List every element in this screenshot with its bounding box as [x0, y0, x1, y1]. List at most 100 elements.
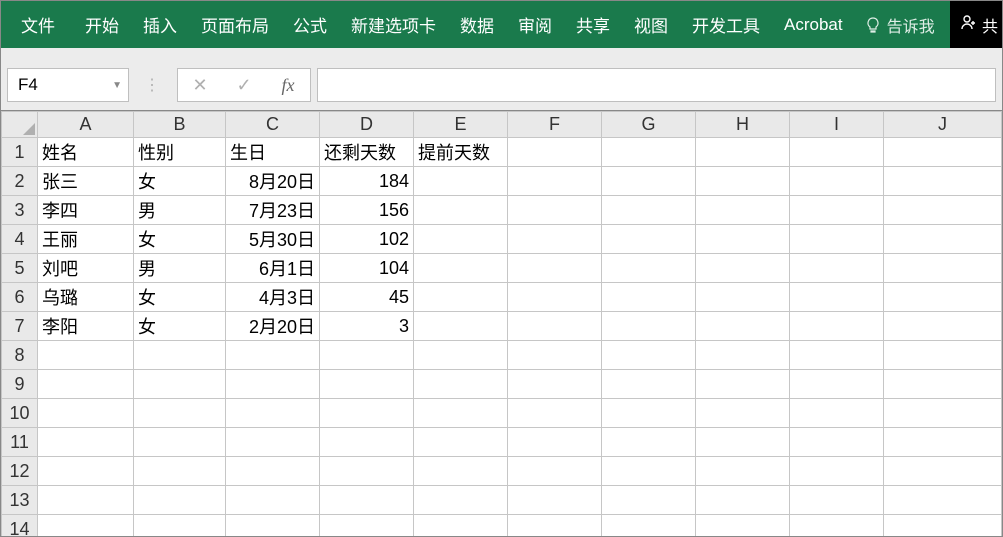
cell[interactable] — [696, 515, 790, 537]
cell[interactable]: 4月3日 — [226, 283, 320, 312]
cell[interactable] — [508, 312, 602, 341]
cell[interactable] — [884, 515, 1002, 537]
cell[interactable] — [602, 428, 696, 457]
cell[interactable] — [602, 457, 696, 486]
cell[interactable] — [884, 428, 1002, 457]
cell[interactable] — [134, 341, 226, 370]
cell[interactable] — [414, 283, 508, 312]
cell[interactable] — [508, 399, 602, 428]
cell[interactable] — [134, 428, 226, 457]
cell[interactable] — [790, 428, 884, 457]
cell[interactable]: 5月30日 — [226, 225, 320, 254]
cell[interactable] — [884, 341, 1002, 370]
cell[interactable]: 3 — [320, 312, 414, 341]
cell[interactable] — [320, 399, 414, 428]
chevron-down-icon[interactable]: ▼ — [112, 80, 122, 91]
cell[interactable] — [790, 283, 884, 312]
cell[interactable] — [414, 486, 508, 515]
cell[interactable] — [226, 457, 320, 486]
cell[interactable]: 姓名 — [38, 138, 134, 167]
cell[interactable]: 还剩天数 — [320, 138, 414, 167]
cell[interactable] — [414, 254, 508, 283]
tab-review[interactable]: 审阅 — [506, 1, 564, 48]
cell[interactable] — [790, 196, 884, 225]
cell[interactable] — [602, 486, 696, 515]
cell[interactable] — [320, 370, 414, 399]
cell[interactable] — [508, 225, 602, 254]
tab-insert[interactable]: 插入 — [131, 1, 189, 48]
cell[interactable] — [602, 138, 696, 167]
tab-developer[interactable]: 开发工具 — [680, 1, 772, 48]
cell[interactable]: 104 — [320, 254, 414, 283]
cell[interactable]: 男 — [134, 254, 226, 283]
cell[interactable]: 生日 — [226, 138, 320, 167]
cell[interactable] — [790, 167, 884, 196]
tab-view[interactable]: 视图 — [622, 1, 680, 48]
cell[interactable] — [414, 515, 508, 537]
cell[interactable] — [884, 196, 1002, 225]
cell[interactable]: 156 — [320, 196, 414, 225]
cell[interactable] — [226, 370, 320, 399]
cell[interactable] — [38, 341, 134, 370]
cell[interactable] — [414, 225, 508, 254]
row-header[interactable]: 6 — [2, 283, 38, 312]
row-header[interactable]: 1 — [2, 138, 38, 167]
col-header-F[interactable]: F — [508, 112, 602, 138]
tab-file[interactable]: 文件 — [1, 1, 73, 48]
col-header-C[interactable]: C — [226, 112, 320, 138]
cell[interactable] — [884, 254, 1002, 283]
row-header[interactable]: 5 — [2, 254, 38, 283]
cell[interactable] — [602, 312, 696, 341]
col-header-B[interactable]: B — [134, 112, 226, 138]
cell[interactable]: 李阳 — [38, 312, 134, 341]
row-header[interactable]: 7 — [2, 312, 38, 341]
cell[interactable] — [790, 457, 884, 486]
cell[interactable] — [508, 428, 602, 457]
cell[interactable] — [790, 399, 884, 428]
cell[interactable] — [790, 312, 884, 341]
cell[interactable] — [320, 428, 414, 457]
cell[interactable] — [508, 167, 602, 196]
cell[interactable] — [696, 341, 790, 370]
share-button[interactable]: 共 — [950, 1, 1002, 48]
row-header[interactable]: 9 — [2, 370, 38, 399]
cell[interactable] — [696, 167, 790, 196]
cell[interactable] — [134, 370, 226, 399]
cell[interactable] — [696, 312, 790, 341]
spreadsheet-grid[interactable]: A B C D E F G H I J 1 姓名 性别 生日 还剩天数 提前天数 — [0, 111, 1003, 537]
cell[interactable] — [884, 457, 1002, 486]
cell[interactable]: 李四 — [38, 196, 134, 225]
row-header[interactable]: 8 — [2, 341, 38, 370]
cell[interactable] — [602, 370, 696, 399]
row-header[interactable]: 2 — [2, 167, 38, 196]
cell[interactable]: 45 — [320, 283, 414, 312]
cell[interactable] — [602, 283, 696, 312]
select-all-corner[interactable] — [2, 112, 38, 138]
cell[interactable] — [508, 341, 602, 370]
row-header[interactable]: 3 — [2, 196, 38, 225]
cell[interactable] — [134, 399, 226, 428]
tell-me[interactable]: 告诉我 — [855, 13, 945, 37]
cell[interactable] — [38, 486, 134, 515]
cancel-button[interactable]: ✕ — [178, 69, 222, 101]
cell[interactable]: 102 — [320, 225, 414, 254]
cell[interactable] — [884, 312, 1002, 341]
cell[interactable] — [414, 428, 508, 457]
row-header[interactable]: 13 — [2, 486, 38, 515]
row-header[interactable]: 11 — [2, 428, 38, 457]
row-header[interactable]: 10 — [2, 399, 38, 428]
cell[interactable] — [790, 515, 884, 537]
cell[interactable] — [884, 225, 1002, 254]
enter-button[interactable]: ✓ — [222, 69, 266, 101]
cell[interactable] — [602, 167, 696, 196]
cell[interactable] — [226, 515, 320, 537]
cell[interactable] — [884, 167, 1002, 196]
col-header-E[interactable]: E — [414, 112, 508, 138]
cell[interactable] — [884, 370, 1002, 399]
cell[interactable] — [508, 370, 602, 399]
cell[interactable]: 6月1日 — [226, 254, 320, 283]
cell[interactable] — [226, 399, 320, 428]
cell[interactable] — [696, 225, 790, 254]
cell[interactable] — [602, 196, 696, 225]
cell[interactable] — [696, 428, 790, 457]
